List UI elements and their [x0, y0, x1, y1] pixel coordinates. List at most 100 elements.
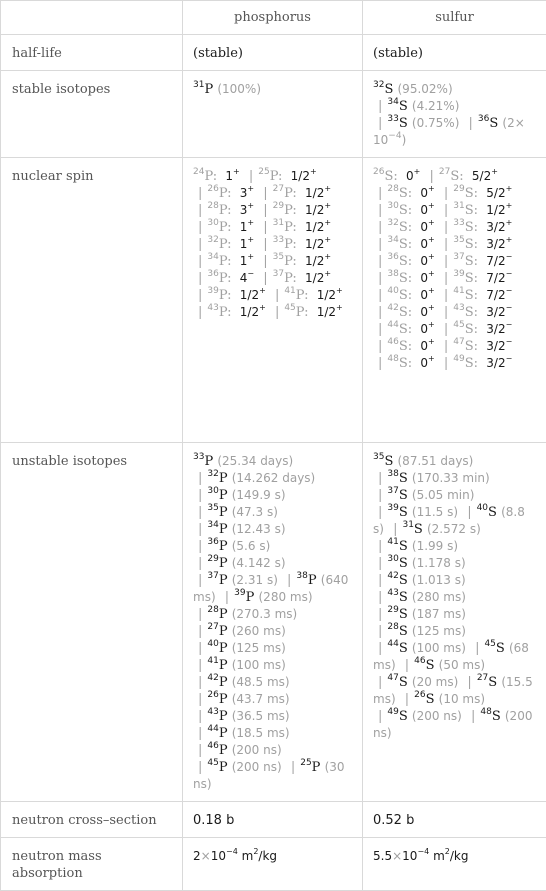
nuclide: 37S	[387, 488, 407, 503]
nuclide: 32S	[373, 82, 393, 97]
isotope-entry: 43S: 3/2−	[453, 305, 512, 320]
nuclide: 45S	[484, 641, 504, 656]
half-life: (1.99 s)	[412, 539, 458, 553]
spin-value: 1+	[240, 220, 254, 234]
separator: |	[193, 607, 207, 622]
separator: |	[373, 539, 387, 554]
isotope-entry: 39P (280 ms)	[234, 590, 312, 605]
spin-value: 3/2−	[486, 339, 512, 353]
nuclide: 26P:	[207, 186, 239, 201]
phosphorus-neutron-mass-absorption: 2×10−4 m2/kg	[183, 838, 363, 891]
separator: |	[258, 254, 272, 269]
separator: |	[193, 556, 207, 571]
header-empty	[1, 1, 183, 35]
isotope-entry: 43P: 1/2+	[207, 305, 265, 320]
phosphorus-half-life: (stable)	[183, 35, 363, 71]
nuclide: 39P	[234, 590, 254, 605]
isotope-entry: 27P: 1/2+	[273, 186, 331, 201]
nuclide: 32S:	[387, 220, 420, 235]
row-label: nuclear spin	[1, 158, 183, 443]
nuclide: 29S:	[453, 186, 486, 201]
spin-value: 3/2−	[486, 322, 512, 336]
nuclide: 29P	[207, 556, 227, 571]
separator: |	[258, 271, 272, 286]
isotope-entry: 39P: 1/2+	[207, 288, 265, 303]
nuclide: 42S:	[387, 305, 420, 320]
nuclide: 43P	[207, 709, 227, 724]
half-life: (200 ns)	[232, 743, 282, 757]
row-label: half-life	[1, 35, 183, 71]
separator: |	[439, 356, 453, 371]
nuclide: 32P	[207, 471, 227, 486]
nuclide: 30P	[207, 488, 227, 503]
separator: |	[439, 322, 453, 337]
separator: |	[193, 675, 207, 690]
half-life: (48.5 ms)	[232, 675, 290, 689]
separator: |	[439, 305, 453, 320]
nuclide: 35S:	[453, 237, 486, 252]
separator: |	[258, 186, 272, 201]
nuclide: 47S:	[453, 339, 486, 354]
isotope-entry: 47S: 3/2−	[453, 339, 512, 354]
separator: |	[439, 220, 453, 235]
separator: |	[439, 254, 453, 269]
isotope-entry: 29P (4.142 s)	[207, 556, 285, 571]
spin-value: 7/2−	[486, 254, 512, 268]
nuclide: 31S:	[453, 203, 486, 218]
nuclide: 41S:	[453, 288, 486, 303]
isotope-entry: 43S (280 ms)	[387, 590, 466, 605]
isotope-entry: 34S: 0+	[387, 237, 434, 252]
abundance: (100%)	[217, 82, 261, 96]
nuclide: 46S	[414, 658, 434, 673]
isotope-entry: 28S (125 ms)	[387, 624, 466, 639]
separator: |	[258, 237, 272, 252]
nuclide: 45P	[207, 760, 227, 775]
separator: |	[193, 288, 207, 303]
separator: |	[270, 305, 284, 320]
spin-value: 1/2+	[486, 203, 512, 217]
nuclide: 30S	[387, 556, 407, 571]
half-life: (2.572 s)	[427, 522, 481, 536]
isotope-entry: 37P (2.31 s)	[207, 573, 278, 588]
isotope-entry: 49S (200 ns)	[387, 709, 461, 724]
separator: |	[220, 590, 234, 605]
isotope-entry: 35P (47.3 s)	[207, 505, 278, 520]
nuclide: 44P	[207, 726, 227, 741]
separator: |	[373, 356, 387, 371]
phosphorus-neutron-cross-section: 0.18 b	[183, 802, 363, 838]
spin-value: 1/2+	[305, 203, 331, 217]
isotope-entry: 30P (149.9 s)	[207, 488, 285, 503]
isotope-entry: 33S: 3/2+	[453, 220, 512, 235]
isotope-entry: 25P: 1/2+	[258, 169, 316, 184]
separator: |	[373, 607, 387, 622]
nuclide: 45P:	[284, 305, 316, 320]
separator: |	[193, 641, 207, 656]
separator: |	[400, 658, 414, 673]
separator: |	[466, 709, 480, 724]
nuclide: 39S	[387, 505, 407, 520]
half-life: (14.262 days)	[232, 471, 316, 485]
separator: |	[373, 271, 387, 286]
nuclide: 33P	[193, 454, 213, 469]
isotope-entry: 36S: 0+	[387, 254, 434, 269]
nuclide: 32P:	[207, 237, 239, 252]
separator: |	[439, 339, 453, 354]
isotope-entry: 37S (5.05 min)	[387, 488, 474, 503]
separator: |	[193, 726, 207, 741]
spin-value: 3/2−	[486, 305, 512, 319]
nuclide: 35P:	[273, 254, 305, 269]
nuclide: 31P:	[273, 220, 305, 235]
nuclide: 43S	[387, 590, 407, 605]
isotope-entry: 30P: 1+	[207, 220, 254, 235]
spin-value: 1/2+	[317, 288, 343, 302]
row-neutron-cross-section: neutron cross–section 0.18 b 0.52 b	[1, 802, 546, 838]
nuclide: 43S:	[453, 305, 486, 320]
spin-value: 1/2+	[305, 186, 331, 200]
nuclide: 36P	[207, 539, 227, 554]
row-label: unstable isotopes	[1, 443, 183, 802]
half-life: (47.3 s)	[232, 505, 278, 519]
row-half-life: half-life (stable) (stable)	[1, 35, 546, 71]
separator: |	[373, 288, 387, 303]
nuclide: 25P	[300, 760, 320, 775]
separator: |	[193, 254, 207, 269]
